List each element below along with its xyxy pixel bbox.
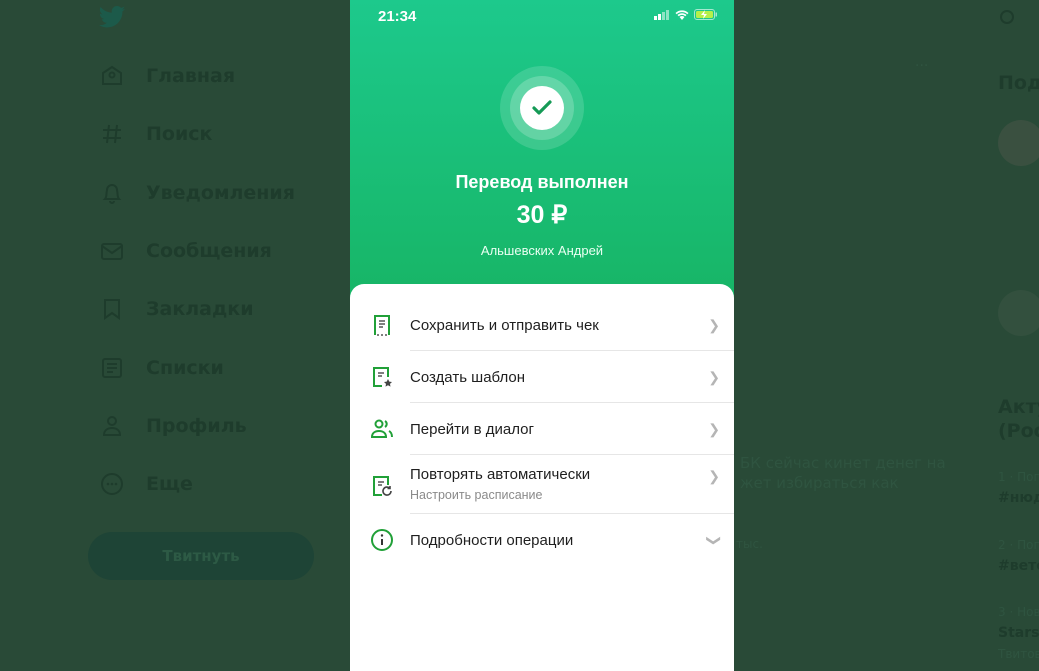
trend-count: Твитов xyxy=(998,647,1039,661)
action-repeat-automatically[interactable]: Повторять автоматически Настроить распис… xyxy=(350,464,734,506)
people-icon xyxy=(370,419,393,438)
trends-heading: (Рос xyxy=(998,420,1039,442)
sber-transfer-screen: 21:34 Перевод выполнен 30 ₽ Альшевских А… xyxy=(350,0,734,671)
repeat-doc-icon xyxy=(373,476,392,496)
receipt-icon xyxy=(374,315,390,336)
battery-charging-icon xyxy=(694,9,717,20)
trend-tag[interactable]: #вете xyxy=(998,558,1039,574)
nav-item-person[interactable]: Профиль xyxy=(100,414,247,438)
action-save-receipt[interactable]: Сохранить и отправить чек ❯ xyxy=(350,310,734,340)
trend-tag[interactable]: Starsh xyxy=(998,625,1039,641)
bookmark-icon xyxy=(104,299,120,321)
background-tweet-stat: тыс. xyxy=(736,537,763,551)
chevron-right-icon: ❯ xyxy=(708,316,720,333)
list-icon xyxy=(102,357,122,378)
bell-icon xyxy=(102,183,122,204)
tweet-button[interactable]: Твитнуть xyxy=(88,532,314,580)
nav-item-list[interactable]: Списки xyxy=(100,356,224,380)
background-tweet-line: БК сейчас кинет денег на xyxy=(740,454,946,472)
trend-meta: 2 · Поп xyxy=(998,538,1039,552)
action-label: Повторять автоматически xyxy=(410,466,591,483)
nav-label: Еще xyxy=(146,473,193,496)
action-sublabel: Настроить расписание xyxy=(410,488,543,502)
status-time: 21:34 xyxy=(378,8,417,25)
divider xyxy=(410,513,734,514)
success-badge xyxy=(500,66,584,150)
hashtag-icon xyxy=(103,125,121,144)
signal-icon xyxy=(654,9,669,20)
more-icon xyxy=(101,473,123,496)
twitter-logo-icon[interactable] xyxy=(98,6,126,28)
template-star-icon xyxy=(373,367,392,387)
envelope-icon xyxy=(101,242,123,260)
divider xyxy=(410,350,734,351)
nav-label: Уведомления xyxy=(146,181,295,204)
action-label: Подробности операции xyxy=(410,531,574,549)
action-operation-details[interactable]: Подробности операции ❯ xyxy=(350,525,734,555)
chevron-down-icon: ❯ xyxy=(706,534,723,546)
trend-tag[interactable]: #нюд xyxy=(998,490,1039,506)
nav-item-more[interactable]: Еще xyxy=(100,472,193,496)
status-icons xyxy=(654,9,718,20)
trend-meta: 3 · Нов xyxy=(998,605,1039,619)
transfer-status-title: Перевод выполнен xyxy=(455,172,629,192)
divider xyxy=(410,402,734,403)
nav-item-home[interactable]: Главная xyxy=(100,64,235,88)
nav-label: Списки xyxy=(146,356,224,379)
avatar[interactable] xyxy=(998,120,1039,166)
more-icon[interactable]: ··· xyxy=(915,58,928,74)
nav-label: Профиль xyxy=(146,414,247,437)
chevron-right-icon: ❯ xyxy=(708,468,720,484)
chevron-right-icon: ❯ xyxy=(708,420,720,437)
action-open-dialog[interactable]: Перейти в диалог ❯ xyxy=(350,414,734,444)
search-icon[interactable] xyxy=(1000,10,1014,24)
checkmark-icon xyxy=(532,100,552,115)
background-tweet-line: жет избираться как xyxy=(740,474,899,492)
person-icon xyxy=(102,415,122,436)
trend-meta: 1 · Поп xyxy=(998,470,1039,484)
nav-label: Сообщения xyxy=(146,239,272,262)
action-label: Создать шаблон xyxy=(410,368,526,386)
home-icon xyxy=(102,65,122,85)
nav-item-envelope[interactable]: Сообщения xyxy=(100,239,272,263)
avatar[interactable] xyxy=(998,290,1039,336)
action-label: Сохранить и отправить чек xyxy=(410,316,599,334)
nav-item-bookmark[interactable]: Закладки xyxy=(100,297,254,321)
chevron-right-icon: ❯ xyxy=(708,368,720,385)
recipient-name: Альшевских Андрей xyxy=(480,243,604,258)
action-create-template[interactable]: Создать шаблон ❯ xyxy=(350,362,734,392)
action-label: Перейти в диалог xyxy=(410,420,534,438)
nav-label: Поиск xyxy=(146,123,213,146)
divider xyxy=(410,454,734,455)
nav-label: Главная xyxy=(146,65,236,87)
transfer-amount: 30 ₽ xyxy=(516,201,568,229)
info-icon xyxy=(371,529,393,551)
wifi-icon xyxy=(675,10,689,20)
nav-item-hashtag[interactable]: Поиск xyxy=(100,122,212,146)
follow-heading: Под xyxy=(998,72,1039,94)
trends-heading: Акту xyxy=(998,396,1039,418)
actions-sheet: Сохранить и отправить чек ❯ Создать шабл… xyxy=(350,284,734,671)
nav-item-bell[interactable]: Уведомления xyxy=(100,181,295,205)
nav-label: Закладки xyxy=(146,298,254,321)
